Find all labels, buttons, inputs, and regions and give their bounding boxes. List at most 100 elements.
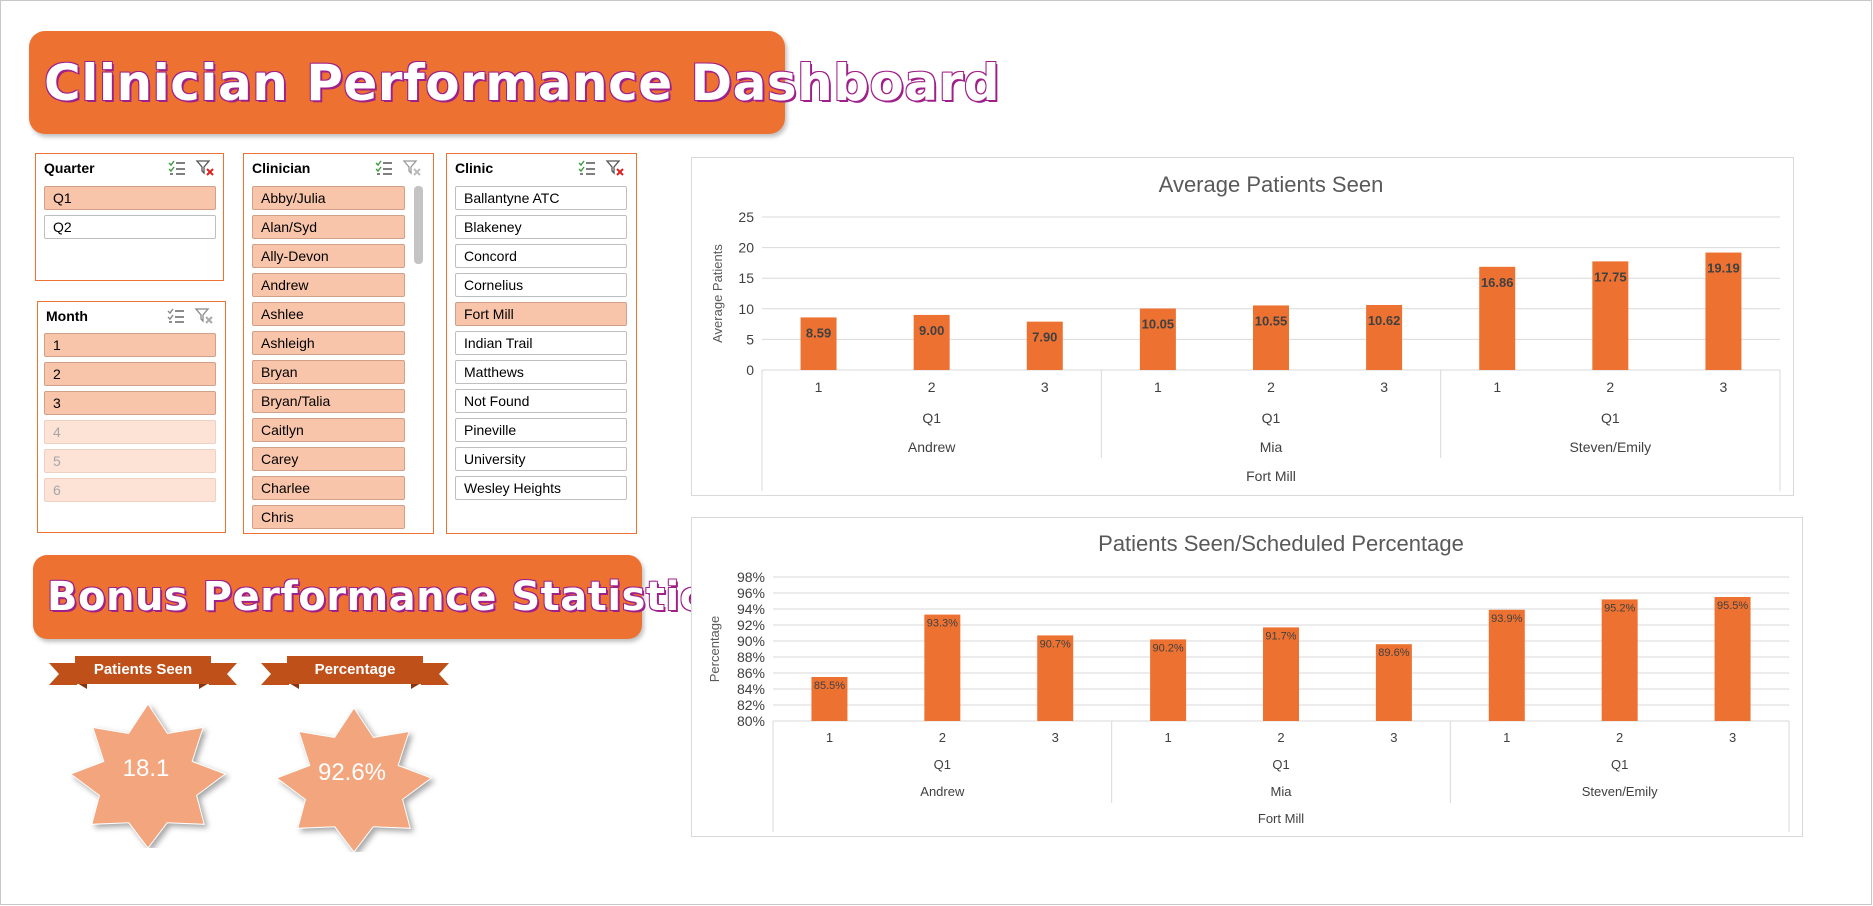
slicer-item[interactable]: Carey (252, 447, 405, 471)
x-tick-label: 1 (826, 730, 833, 745)
percentage-chart-svg: Patients Seen/Scheduled Percentage 80%82%… (707, 531, 1790, 832)
slicer-item[interactable]: 2 (44, 362, 216, 386)
clinician-label: Mia (1260, 439, 1283, 455)
y-tick-label: 82% (737, 697, 765, 713)
slicer-item[interactable]: Ally-Devon (252, 244, 405, 268)
y-tick-label: 80% (737, 713, 765, 729)
y-axis-label: Percentage (707, 616, 722, 683)
patients-seen-label: Patients Seen (93, 661, 193, 678)
slicer-item[interactable]: 4 (44, 420, 216, 444)
slicer-item[interactable]: University (455, 447, 627, 471)
slicer-item[interactable]: Fort Mill (455, 302, 627, 326)
slicer-item[interactable]: 3 (44, 391, 216, 415)
patients-seen-value: 18.1 (122, 755, 170, 782)
multi-select-icon[interactable] (374, 159, 394, 177)
quarter-label: Q1 (1262, 410, 1281, 426)
multi-select-icon[interactable] (166, 307, 186, 325)
slicer-item[interactable]: Bryan (252, 360, 405, 384)
x-tick-label: 2 (1277, 730, 1284, 745)
clinic-label: Fort Mill (1246, 468, 1296, 484)
slicer-item[interactable]: Ashlee (252, 302, 405, 326)
percentage-label: Percentage (314, 661, 396, 678)
dashboard-title: Clinician Performance Dashboard (44, 53, 1001, 112)
x-tick-label: 1 (1164, 730, 1171, 745)
y-tick-label: 84% (737, 681, 765, 697)
slicer-item[interactable]: Alan/Syd (252, 215, 405, 239)
x-tick-label: 2 (939, 730, 946, 745)
data-label: 8.59 (806, 325, 831, 340)
slicer-item[interactable]: Q2 (44, 215, 216, 239)
quarter-label: Q1 (922, 410, 941, 426)
slicer-item[interactable]: Pineville (455, 418, 627, 442)
bar (924, 614, 961, 721)
clinic-slicer[interactable]: Clinic Ballantyne ATC Blakeney Concord Corn… (446, 153, 637, 534)
y-tick-label: 90% (737, 633, 765, 649)
clear-filter-icon[interactable] (402, 159, 422, 177)
clinician-label: Andrew (908, 439, 956, 455)
multi-select-icon[interactable] (167, 159, 187, 177)
clinician-slicer-scrollbar[interactable] (414, 186, 423, 264)
data-label: 10.55 (1255, 313, 1288, 328)
slicer-item[interactable]: 6 (44, 478, 216, 502)
data-label: 9.00 (919, 323, 944, 338)
y-axis-label: Average Patients (710, 244, 725, 343)
clinician-label: Andrew (920, 784, 965, 799)
slicer-item[interactable]: Caitlyn (252, 418, 405, 442)
x-tick-label: 1 (1493, 379, 1501, 395)
bar (1488, 609, 1525, 721)
quarter-slicer[interactable]: Quarter Q1 Q2 (35, 153, 224, 281)
bar (1601, 599, 1638, 721)
x-tick-label: 3 (1720, 379, 1728, 395)
month-slicer[interactable]: Month 1 2 3 4 5 6 (37, 301, 226, 533)
slicer-item[interactable]: Concord (455, 244, 627, 268)
clinician-slicer[interactable]: Clinician Abby/Julia Alan/Syd Ally-Devon An… (243, 153, 434, 534)
data-label: 10.62 (1368, 313, 1401, 328)
clear-filter-icon[interactable] (605, 159, 625, 177)
slicer-item[interactable]: Ballantyne ATC (455, 186, 627, 210)
clear-filter-icon[interactable] (194, 307, 214, 325)
x-tick-label: 1 (1154, 379, 1162, 395)
multi-select-icon[interactable] (577, 159, 597, 177)
x-tick-label: 3 (1729, 730, 1736, 745)
quarter-label: Q1 (1601, 410, 1620, 426)
chart-title: Average Patients Seen (1159, 172, 1384, 197)
clinic-label: Fort Mill (1258, 811, 1304, 826)
clinician-slicer-title: Clinician (252, 160, 311, 176)
x-tick-label: 2 (928, 379, 936, 395)
slicer-item[interactable]: Charlee (252, 476, 405, 500)
slicer-item[interactable]: 1 (44, 333, 216, 357)
slicer-item[interactable]: 5 (44, 449, 216, 473)
data-label: 16.86 (1481, 275, 1514, 290)
quarter-label: Q1 (1272, 757, 1289, 772)
slicer-item[interactable]: Bryan/Talia (252, 389, 405, 413)
slicer-item[interactable]: Wesley Heights (455, 476, 627, 500)
clinician-label: Steven/Emily (1569, 439, 1651, 455)
slicer-item[interactable]: Indian Trail (455, 331, 627, 355)
slicer-item[interactable]: Abby/Julia (252, 186, 405, 210)
average-patients-chart-svg: Average Patients Seen 0 5 10 15 20 25 Average P… (710, 172, 1781, 491)
average-patients-chart[interactable]: Average Patients Seen 0 5 10 15 20 25 Average P… (691, 157, 1794, 496)
data-label: 93.9% (1491, 613, 1522, 625)
slicer-item[interactable]: Matthews (455, 360, 627, 384)
y-tick-label: 25 (738, 209, 754, 225)
slicer-item[interactable]: Q1 (44, 186, 216, 210)
patients-seen-ribbon: Patients Seen (49, 655, 237, 691)
clear-filter-icon[interactable] (195, 159, 215, 177)
quarter-label: Q1 (934, 757, 951, 772)
quarter-slicer-title: Quarter (44, 160, 95, 176)
slicer-item[interactable]: Chris (252, 505, 405, 529)
data-label: 93.3% (927, 618, 958, 630)
data-label: 7.90 (1032, 330, 1057, 345)
y-tick-label: 92% (737, 617, 765, 633)
slicer-item[interactable]: Not Found (455, 389, 627, 413)
data-label: 19.19 (1707, 261, 1740, 276)
slicer-item[interactable]: Ashleigh (252, 331, 405, 355)
percentage-ribbon: Percentage (261, 655, 449, 691)
slicer-item[interactable]: Blakeney (455, 215, 627, 239)
percentage-chart[interactable]: Patients Seen/Scheduled Percentage 80% 82%… (691, 517, 1803, 837)
data-label: 90.7% (1040, 638, 1071, 650)
slicer-item[interactable]: Cornelius (455, 273, 627, 297)
slicer-item[interactable]: Andrew (252, 273, 405, 297)
clinic-slicer-title: Clinic (455, 160, 494, 176)
bonus-title-banner: Bonus Performance Statistics (33, 555, 728, 639)
